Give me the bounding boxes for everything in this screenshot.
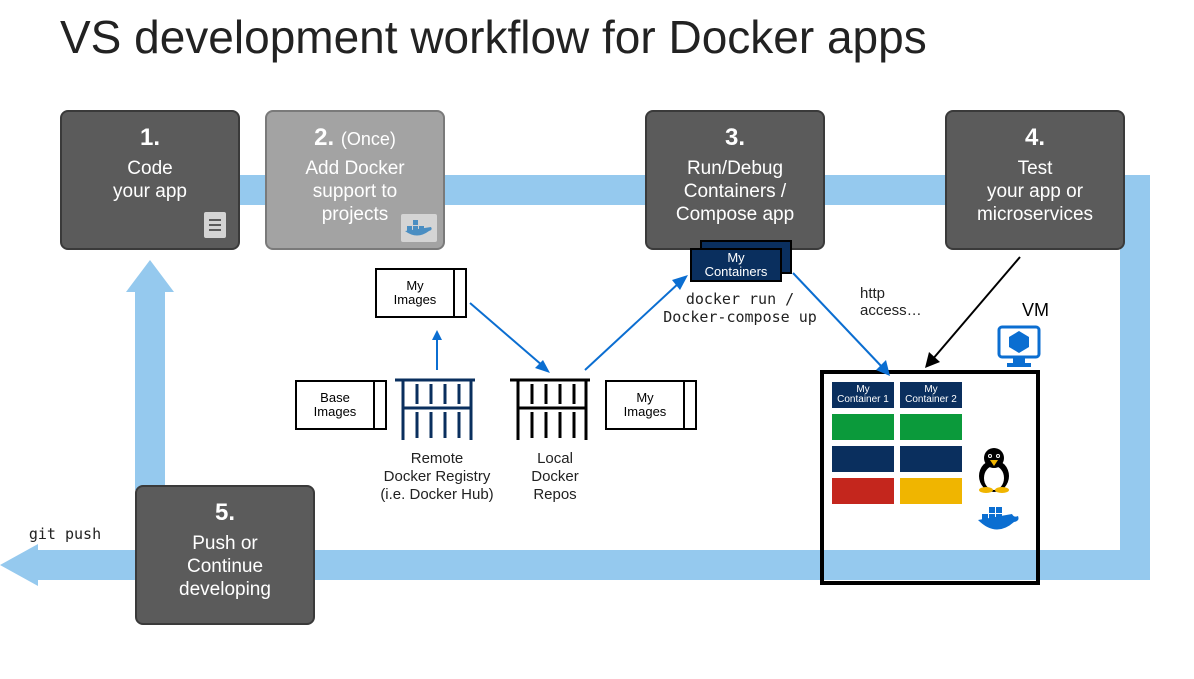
step-1-box: 1. Code your app: [60, 110, 240, 250]
vm-container-blue-1: [832, 446, 894, 472]
document-icon: [200, 210, 230, 240]
local-repos-label: Local Docker Repos: [510, 450, 600, 504]
arrow-up-to-step1: [130, 260, 170, 490]
docker-whale-icon: [974, 504, 1024, 542]
vm-container-green-1: [832, 414, 894, 440]
step-1-num: 1.: [70, 124, 230, 152]
step-5-box: 5. Push or Continue developing: [135, 485, 315, 625]
step-5-num: 5.: [145, 499, 305, 527]
step-4-box: 4. Test your app or microservices: [945, 110, 1125, 250]
vm-container-blue-2: [900, 446, 962, 472]
step-2-box: 2. (Once) Add Docker support to projects: [265, 110, 445, 250]
vm-container-yellow: [900, 478, 962, 504]
docker-icon: [401, 214, 437, 242]
vm-container-green-2: [900, 414, 962, 440]
my-images-stack-top: My Images: [375, 268, 470, 330]
my-images-label: My Images: [375, 268, 455, 318]
vm-my-container-1: My Container 1: [832, 382, 894, 408]
my-containers-label: My Containers: [690, 248, 782, 282]
vm-my-container-2: My Container 2: [900, 382, 962, 408]
arrow-git-push: [0, 550, 140, 580]
my-containers-stack: My Containers: [690, 240, 800, 290]
step-1-text: Code your app: [113, 158, 187, 202]
remote-registry-label: Remote Docker Registry (i.e. Docker Hub): [362, 450, 512, 504]
git-push-label: git push: [15, 525, 115, 543]
step-5-text: Push or Continue developing: [179, 533, 271, 600]
my-images-label-2: My Images: [605, 380, 685, 430]
step-3-num: 3.: [655, 124, 815, 152]
step-2-num: 2. (Once): [275, 124, 435, 152]
arrow-local-to-containers: [580, 270, 695, 380]
arrow-step4-to-vm: [920, 252, 1030, 372]
vm-container-red: [832, 478, 894, 504]
remote-registry-icon: [395, 370, 475, 440]
base-images-label: Base Images: [295, 380, 375, 430]
linux-penguin-icon: [974, 446, 1014, 494]
page-title: VS development workflow for Docker apps: [60, 10, 927, 64]
base-images-stack: Base Images: [295, 380, 390, 442]
my-images-stack-right: My Images: [605, 380, 700, 442]
vm-box: My Container 1 My Container 2: [820, 370, 1040, 585]
step-4-num: 4.: [955, 124, 1115, 152]
step-2-text: Add Docker support to projects: [305, 158, 404, 225]
arrow-step2-to-local: [465, 298, 555, 378]
local-repos-icon: [510, 370, 590, 440]
arrow-containers-to-vm: [788, 268, 898, 383]
step-4-text: Test your app or microservices: [977, 158, 1093, 225]
step-3-text: Run/Debug Containers / Compose app: [676, 158, 794, 225]
step-3-box: 3. Run/Debug Containers / Compose app: [645, 110, 825, 250]
arrow-remote-to-images: [427, 330, 447, 374]
